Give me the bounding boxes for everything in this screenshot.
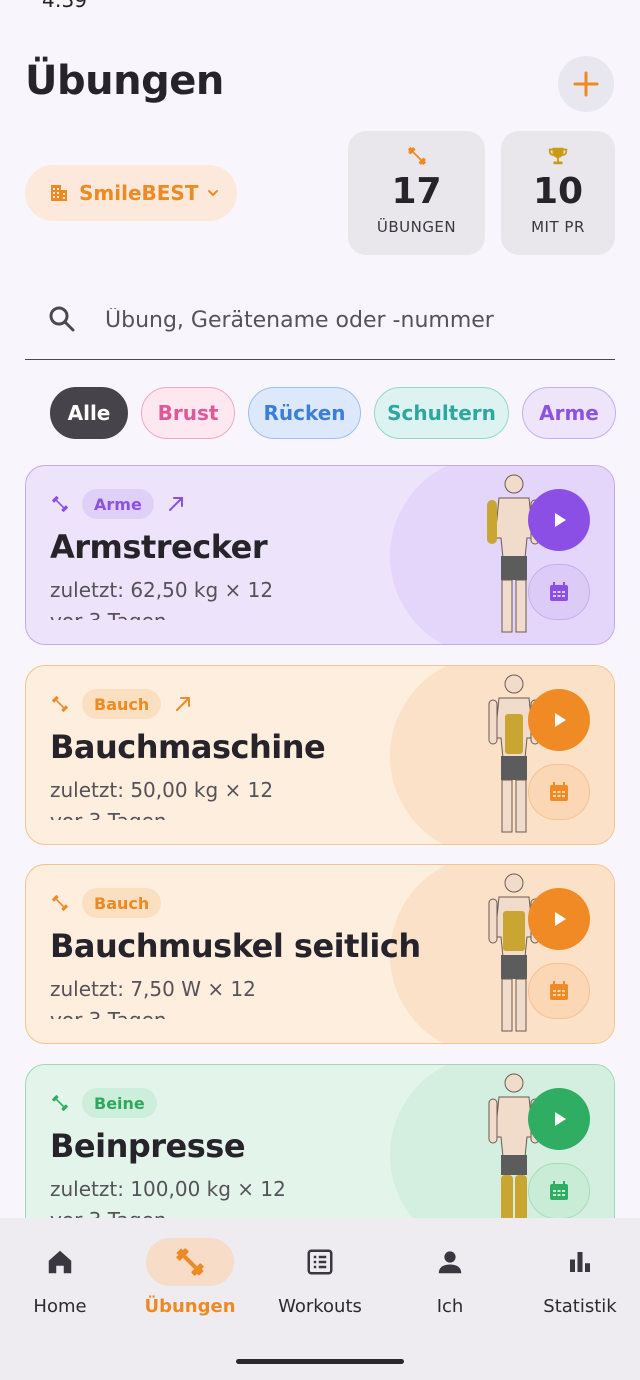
play-icon — [555, 513, 566, 527]
exercise-name: Bauchmaschine — [50, 728, 326, 766]
nav-icon-container — [406, 1238, 494, 1286]
stat-pr-value: 10 — [532, 171, 584, 212]
search-input[interactable] — [105, 302, 595, 338]
nav-item-uebungen[interactable]: Übungen — [130, 1238, 250, 1317]
dumbbell-icon — [52, 496, 68, 512]
dumbbell-icon — [52, 1095, 68, 1111]
dumbbell-icon — [52, 696, 68, 712]
play-icon — [555, 713, 566, 727]
stat-exercises-value: 17 — [391, 171, 442, 212]
exercise-ago: vor 3 Tagen — [50, 610, 167, 620]
stat-pr-card: 10 MIT PR — [501, 131, 615, 255]
nav-item-workouts[interactable]: Workouts — [260, 1238, 380, 1317]
search-icon — [49, 306, 75, 332]
status-time: 4:39 — [42, 0, 87, 12]
home-indicator[interactable] — [236, 1359, 404, 1364]
plus-icon — [573, 71, 599, 97]
category-row: Beine — [50, 1088, 157, 1118]
body-figure-image — [488, 1073, 540, 1235]
category-badge: Bauch — [82, 689, 162, 719]
filter-chip-brust[interactable]: Brust — [141, 387, 235, 439]
body-figure-image — [487, 474, 540, 633]
exercise-last: zuletzt: 62,50 kg × 12 — [50, 578, 274, 602]
trend-up-icon — [176, 697, 191, 711]
history-button[interactable] — [528, 1163, 590, 1219]
exercise-last: zuletzt: 7,50 W × 12 — [50, 977, 256, 1001]
nav-label: Übungen — [144, 1296, 236, 1317]
building-icon — [51, 185, 67, 201]
exercise-card[interactable]: Bauch Bauchmaschine zuletzt: 50,00 kg × … — [25, 665, 615, 845]
calendar-icon — [550, 981, 568, 1000]
category-badge: Arme — [82, 489, 154, 519]
stat-exercises-card: 17 ÜBUNGEN — [348, 131, 485, 255]
nav-item-home[interactable]: Home — [0, 1238, 120, 1317]
dumbbell-icon — [407, 146, 426, 166]
category-row: Bauch — [50, 689, 193, 719]
nav-icon-container — [276, 1238, 364, 1286]
exercise-card[interactable]: Bauch Bauchmuskel seitlich zuletzt: 7,50… — [25, 864, 615, 1044]
status-bar: 4:39 — [0, 0, 640, 12]
nav-label: Statistik — [543, 1296, 617, 1317]
gym-selector[interactable]: SmileBEST — [25, 165, 237, 221]
calendar-icon — [550, 1181, 568, 1200]
nav-icon-container — [16, 1238, 104, 1286]
nav-label: Home — [33, 1296, 87, 1317]
trophy-icon — [548, 147, 568, 165]
nav-label: Workouts — [278, 1296, 362, 1317]
stat-pr-label: MIT PR — [531, 218, 585, 236]
filter-chip-alle[interactable]: Alle — [50, 387, 128, 439]
list-icon — [307, 1249, 333, 1275]
chevron-down-icon — [208, 190, 219, 197]
person-icon — [438, 1251, 462, 1274]
nav-item-statistik[interactable]: Statistik — [520, 1238, 640, 1317]
play-icon — [555, 912, 566, 926]
exercise-name: Armstrecker — [50, 528, 268, 566]
exercise-last: zuletzt: 50,00 kg × 12 — [50, 778, 274, 802]
play-button[interactable] — [528, 489, 590, 551]
exercise-last: zuletzt: 100,00 kg × 12 — [50, 1177, 286, 1201]
play-button[interactable] — [528, 888, 590, 950]
body-figure-image — [488, 873, 540, 1032]
exercise-name: Bauchmuskel seitlich — [50, 927, 421, 965]
gym-name: SmileBEST — [79, 181, 199, 205]
history-button[interactable] — [528, 564, 590, 620]
filter-chip-ruecken[interactable]: Rücken — [248, 387, 361, 439]
body-figure-image — [488, 674, 540, 833]
exercise-ago: vor 3 Tagen — [50, 1009, 167, 1019]
trend-up-icon — [168, 497, 183, 511]
home-icon — [48, 1250, 72, 1274]
category-badge: Beine — [82, 1088, 157, 1118]
nav-label: Ich — [436, 1296, 464, 1317]
dumbbell-icon — [176, 1248, 204, 1276]
dumbbell-icon — [52, 895, 68, 911]
nav-item-ich[interactable]: Ich — [390, 1238, 510, 1317]
exercise-card[interactable]: Arme Armstrecker zuletzt: 62,50 kg × 12 … — [25, 465, 615, 645]
page-title: Übungen — [25, 58, 224, 104]
category-row: Arme — [50, 489, 186, 519]
exercise-ago: vor 3 Tagen — [50, 810, 167, 820]
calendar-icon — [550, 782, 568, 801]
exercise-name: Beinpresse — [50, 1127, 246, 1165]
bottom-navigation: Home Übungen Workouts Ich Statistik — [0, 1218, 640, 1380]
history-button[interactable] — [528, 963, 590, 1019]
filter-chip-schultern[interactable]: Schultern — [374, 387, 509, 439]
stat-exercises-label: ÜBUNGEN — [376, 218, 457, 236]
add-exercise-button[interactable] — [558, 56, 614, 112]
bar-chart-icon — [570, 1252, 590, 1272]
category-badge: Bauch — [82, 888, 162, 918]
category-row: Bauch — [50, 888, 162, 918]
search-bar[interactable] — [25, 290, 615, 360]
play-button[interactable] — [528, 1088, 590, 1150]
filter-chips: Alle Brust Rücken Schultern Arme — [50, 387, 616, 439]
play-icon — [555, 1112, 566, 1126]
nav-icon-container — [536, 1238, 624, 1286]
filter-chip-arme[interactable]: Arme — [522, 387, 616, 439]
calendar-icon — [550, 582, 568, 601]
nav-icon-container — [146, 1238, 234, 1286]
play-button[interactable] — [528, 689, 590, 751]
history-button[interactable] — [528, 764, 590, 820]
